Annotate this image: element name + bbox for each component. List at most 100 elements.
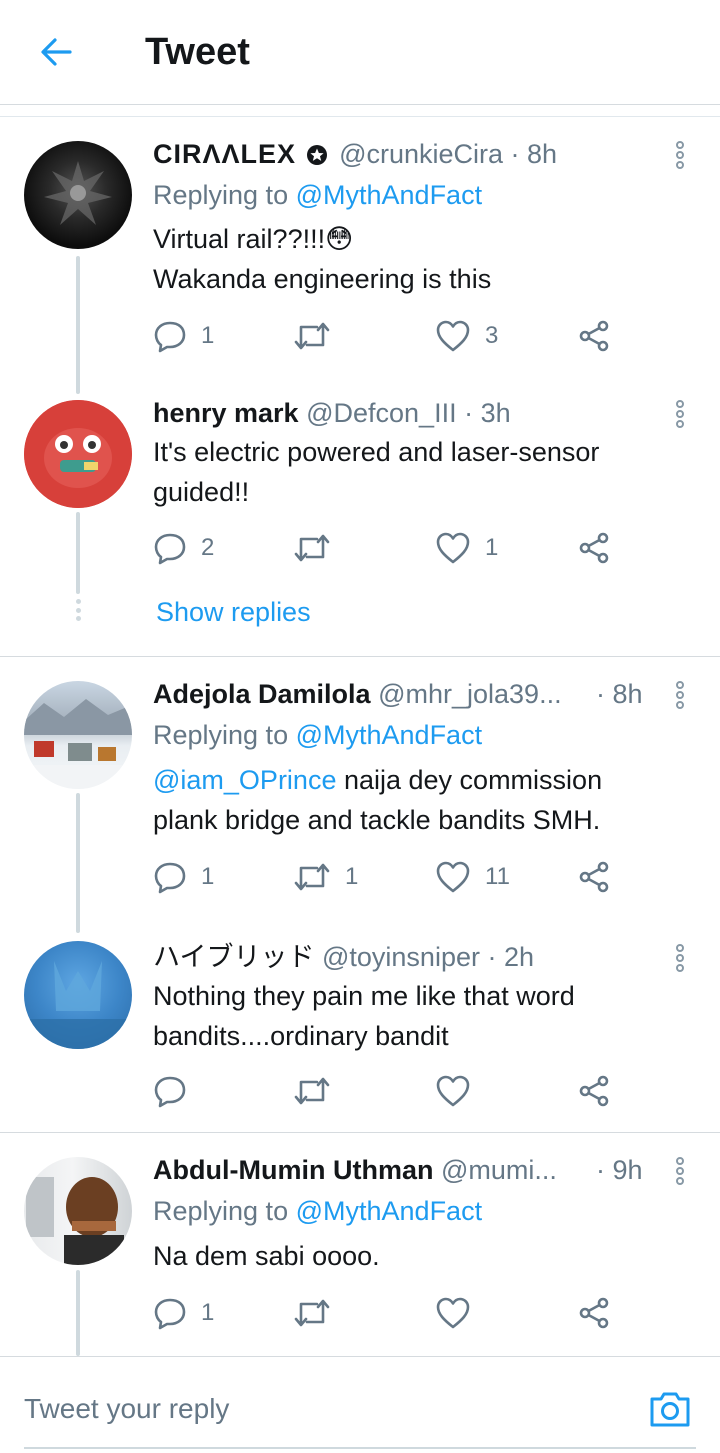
user-handle[interactable]: @crunkieCira bbox=[339, 139, 503, 169]
reply-icon bbox=[154, 862, 186, 894]
avatar-image bbox=[24, 961, 132, 1049]
retweet-icon bbox=[294, 1299, 330, 1327]
mention-link[interactable]: @MythAndFact bbox=[296, 720, 482, 750]
avatar[interactable] bbox=[24, 941, 132, 1049]
retweet-button[interactable]: 1 bbox=[293, 857, 358, 897]
tweet-text: It's electric powered and laser-sensor g… bbox=[153, 432, 693, 512]
reply-icon bbox=[154, 1298, 186, 1330]
like-button[interactable]: 3 bbox=[435, 316, 498, 356]
avatar-image bbox=[24, 400, 132, 508]
like-count: 3 bbox=[485, 322, 499, 349]
user-handle[interactable]: @toyinsniper bbox=[322, 942, 480, 972]
mention-link[interactable]: @MythAndFact bbox=[296, 1196, 482, 1226]
reply-icon bbox=[154, 321, 186, 353]
like-count: 11 bbox=[485, 863, 510, 890]
action-bar: 2 1 bbox=[153, 528, 623, 568]
avatar-image bbox=[24, 699, 132, 789]
user-handle[interactable]: @Defcon_III bbox=[306, 398, 456, 428]
tweet-text: Virtual rail??!!!😳 Wakanda engineering i… bbox=[153, 219, 693, 299]
reply-composer: Tweet your reply bbox=[0, 1356, 720, 1453]
timestamp: · 8h bbox=[596, 679, 643, 709]
timestamp: · 3h bbox=[464, 398, 511, 428]
like-button[interactable]: 1 bbox=[435, 528, 498, 568]
replying-to: Replying to @MythAndFact bbox=[153, 715, 482, 755]
retweet-button[interactable] bbox=[293, 528, 345, 568]
retweet-button[interactable] bbox=[293, 1293, 345, 1333]
more-options-button[interactable] bbox=[670, 397, 690, 431]
share-button[interactable] bbox=[577, 1293, 611, 1333]
display-name[interactable]: Adejola Damilola bbox=[153, 679, 371, 709]
retweet-button[interactable] bbox=[293, 316, 345, 356]
replying-to: Replying to @MythAndFact bbox=[153, 1191, 482, 1231]
reply-input[interactable]: Tweet your reply bbox=[24, 1391, 229, 1427]
share-button[interactable] bbox=[577, 316, 611, 356]
tweet-header: CIRΛΛLEX @crunkieCira · 8h bbox=[153, 134, 650, 174]
replying-to: Replying to @MythAndFact bbox=[153, 175, 482, 215]
tweet-text-line: Wakanda engineering is this bbox=[153, 264, 492, 294]
arrow-left-icon bbox=[41, 38, 72, 66]
tweet-header: henry mark @Defcon_III · 3h bbox=[153, 393, 650, 433]
more-options-button[interactable] bbox=[670, 941, 690, 975]
tweet-text-line: plank bridge and tackle bandits SMH. bbox=[153, 805, 601, 835]
timestamp: · 2h bbox=[487, 942, 535, 972]
avatar-image bbox=[26, 1177, 124, 1265]
retweet-count: 1 bbox=[345, 863, 359, 890]
reply-button[interactable]: 1 bbox=[153, 1293, 214, 1333]
reply-icon bbox=[154, 533, 186, 565]
replying-label: Replying to bbox=[153, 1196, 289, 1226]
tweet-text-line: guided!! bbox=[153, 477, 250, 507]
reply-button[interactable]: 1 bbox=[153, 857, 214, 897]
thread-connector bbox=[76, 793, 80, 933]
avatar-image bbox=[44, 161, 112, 225]
reply-button[interactable]: 1 bbox=[153, 316, 214, 356]
share-button[interactable] bbox=[577, 528, 611, 568]
retweet-button[interactable] bbox=[293, 1071, 345, 1111]
show-replies-link[interactable]: Show replies bbox=[156, 592, 311, 632]
share-button[interactable] bbox=[577, 857, 611, 897]
thread-ellipsis bbox=[73, 599, 83, 621]
replying-label: Replying to bbox=[153, 180, 289, 210]
heart-icon bbox=[436, 320, 470, 352]
tweet-header: Adejola Damilola @mhr_jola39... bbox=[153, 674, 560, 714]
camera-button[interactable] bbox=[648, 1389, 696, 1433]
mention-link[interactable]: @MythAndFact bbox=[296, 180, 482, 210]
reply-button[interactable]: 2 bbox=[153, 528, 214, 568]
input-underline bbox=[24, 1447, 696, 1449]
like-button[interactable] bbox=[435, 1293, 485, 1333]
avatar[interactable] bbox=[24, 141, 132, 249]
display-name[interactable]: Abdul-Mumin Uthman bbox=[153, 1155, 433, 1185]
heart-icon bbox=[436, 1297, 470, 1329]
action-bar: 1 bbox=[153, 1293, 623, 1333]
user-handle[interactable]: @mhr_jola39... bbox=[378, 679, 560, 709]
display-name[interactable]: henry mark bbox=[153, 398, 299, 428]
star-badge-icon bbox=[306, 145, 327, 165]
user-handle[interactable]: @mumi... bbox=[441, 1155, 557, 1185]
more-options-button[interactable] bbox=[670, 1154, 690, 1188]
display-name[interactable]: CIRΛΛLEX bbox=[153, 139, 296, 169]
thread-connector bbox=[76, 1270, 80, 1356]
avatar[interactable] bbox=[24, 400, 132, 508]
retweet-icon bbox=[294, 863, 330, 891]
more-options-button[interactable] bbox=[670, 678, 690, 712]
tweet-text-fragment: naija dey commission bbox=[336, 765, 603, 795]
display-name[interactable]: ハイブリッド bbox=[153, 942, 314, 972]
tweet-text: Na dem sabi oooo. bbox=[153, 1236, 693, 1276]
conversation-divider bbox=[0, 656, 720, 657]
page-title: Tweet bbox=[145, 31, 250, 73]
more-options-button[interactable] bbox=[670, 138, 690, 172]
like-button[interactable]: 11 bbox=[435, 857, 510, 897]
mention-link[interactable]: @iam_OPrince bbox=[153, 765, 336, 795]
tweet-text: Nothing they pain me like that word band… bbox=[153, 976, 693, 1056]
avatar[interactable] bbox=[24, 681, 132, 789]
reply-button[interactable] bbox=[153, 1071, 201, 1111]
back-button[interactable] bbox=[34, 30, 78, 74]
like-button[interactable] bbox=[435, 1071, 485, 1111]
top-app-bar: Tweet bbox=[0, 0, 720, 104]
timestamp: · 9h bbox=[596, 1155, 643, 1185]
share-button[interactable] bbox=[577, 1071, 611, 1111]
reply-count: 2 bbox=[201, 534, 215, 561]
thread-connector bbox=[76, 512, 80, 594]
share-icon bbox=[579, 861, 609, 893]
avatar[interactable] bbox=[24, 1157, 132, 1265]
reply-count: 1 bbox=[201, 1299, 215, 1326]
